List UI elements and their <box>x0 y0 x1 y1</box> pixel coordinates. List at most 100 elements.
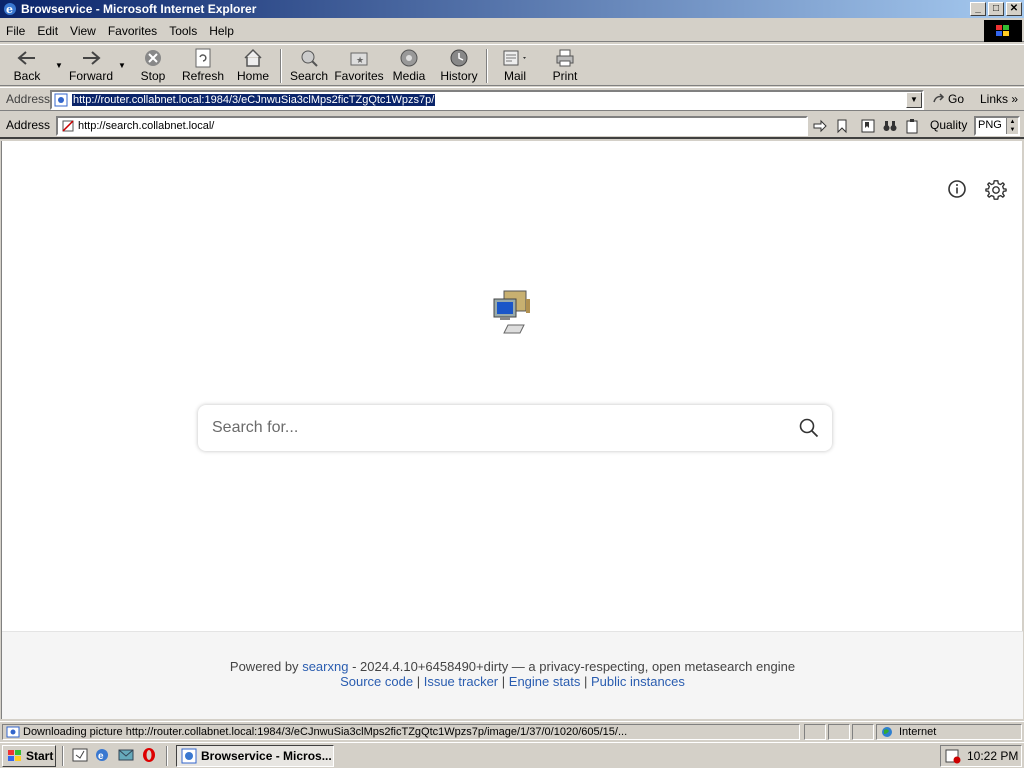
powered-by-text: Powered by <box>229 659 299 674</box>
public-instances-link[interactable]: Public instances <box>591 674 685 689</box>
start-button[interactable]: Start <box>2 745 56 767</box>
quality-spinner-icon[interactable]: ▲ ▼ <box>1006 118 1018 134</box>
search-globe-icon <box>301 50 318 67</box>
menu-bar: File Edit View Favorites Tools Help <box>0 20 1024 42</box>
history-button[interactable]: History <box>438 47 480 85</box>
menu-edit[interactable]: Edit <box>31 24 64 38</box>
standard-toolbar: Back ▼ Forward ▼ Stop Refresh Home Searc… <box>0 44 1024 86</box>
footer-links: Source code | Issue tracker | Engine sta… <box>2 674 1023 689</box>
print-button[interactable]: Print <box>548 47 582 85</box>
home-label: Home <box>236 69 269 83</box>
mail-label: Mail <box>503 69 526 83</box>
internet-explorer-icon[interactable]: e <box>94 747 110 763</box>
chevron-right-icon: » <box>1011 92 1019 106</box>
info-icon[interactable] <box>947 179 967 199</box>
page-loading-icon <box>6 726 20 738</box>
status-text: Downloading picture http://router.collab… <box>23 726 628 738</box>
minimize-button[interactable]: _ <box>970 2 986 16</box>
bookmark-icon[interactable] <box>834 118 850 134</box>
search-icon[interactable] <box>798 417 820 439</box>
media-label: Media <box>392 69 426 83</box>
system-tray: 10:22 PM <box>940 745 1022 767</box>
forward-dropdown-icon[interactable]: ▼ <box>118 61 126 70</box>
status-bar: Downloading picture http://router.collab… <box>0 721 1024 741</box>
stop-button[interactable]: Stop <box>134 47 172 85</box>
favorites-label: Favorites <box>334 69 384 83</box>
favorites-button[interactable]: ★ Favorites <box>334 47 384 85</box>
engine-stats-link[interactable]: Engine stats <box>509 674 581 689</box>
globe-icon <box>882 727 892 737</box>
forward-arrow-icon <box>83 51 101 65</box>
issue-tracker-link[interactable]: Issue tracker <box>424 674 498 689</box>
refresh-icon <box>195 48 211 68</box>
status-cell <box>852 724 874 740</box>
refresh-button[interactable]: Refresh <box>180 47 226 85</box>
gear-icon[interactable] <box>985 179 1007 201</box>
page-icon <box>54 93 68 107</box>
opera-icon[interactable] <box>141 747 157 763</box>
taskbar-window-button[interactable]: Browservice - Micros... <box>176 745 334 767</box>
back-label: Back <box>13 69 41 83</box>
menu-tools[interactable]: Tools <box>163 24 203 38</box>
quality-value: PNG <box>978 119 1002 131</box>
status-cell <box>828 724 850 740</box>
search-input[interactable] <box>212 417 772 439</box>
ie-address-bar: Address http://router.collabnet.local:19… <box>0 87 1024 111</box>
version-text: - 2024.4.10+6458490+dirty — a privacy-re… <box>352 659 796 674</box>
footer-powered-line: Powered by searxng - 2024.4.10+6458490+d… <box>2 659 1023 674</box>
address-url[interactable]: http://router.collabnet.local:1984/3/eCJ… <box>72 94 436 106</box>
taskbar-separator-2 <box>166 746 168 766</box>
outlook-express-icon[interactable] <box>118 747 134 763</box>
inner-address-field[interactable]: http://search.collabnet.local/ <box>56 116 808 136</box>
go-label: Go <box>948 92 965 106</box>
clipboard-icon[interactable] <box>904 118 920 134</box>
insecure-icon <box>62 120 74 132</box>
page-content: Powered by searxng - 2024.4.10+6458490+d… <box>1 141 1023 719</box>
menu-view[interactable]: View <box>64 24 102 38</box>
windows-logo-icon <box>984 20 1022 42</box>
print-label: Print <box>552 69 578 83</box>
refresh-label: Refresh <box>181 69 225 83</box>
inner-address-url[interactable]: http://search.collabnet.local/ <box>78 120 214 132</box>
back-dropdown-icon[interactable]: ▼ <box>55 61 63 70</box>
bookmarks-list-icon[interactable] <box>860 118 876 134</box>
status-cell <box>804 724 826 740</box>
menu-favorites[interactable]: Favorites <box>102 24 163 38</box>
scheduler-icon[interactable] <box>945 748 961 764</box>
mail-button[interactable]: Mail <box>498 47 532 85</box>
start-label: Start <box>26 749 54 763</box>
source-code-link[interactable]: Source code <box>340 674 413 689</box>
quality-select[interactable]: PNG ▲ ▼ <box>974 116 1020 136</box>
maximize-button[interactable]: □ <box>988 2 1004 16</box>
stop-label: Stop <box>140 69 166 83</box>
media-icon <box>400 49 418 67</box>
svg-text:e: e <box>98 751 104 762</box>
home-button[interactable]: Home <box>234 47 272 85</box>
windows-flag-icon <box>8 750 21 761</box>
menu-help[interactable]: Help <box>203 24 240 38</box>
show-desktop-icon[interactable] <box>72 747 88 763</box>
window-title: Browservice - Microsoft Internet Explore… <box>21 2 257 16</box>
go-arrow-icon <box>933 93 945 103</box>
search-button[interactable]: Search <box>288 47 330 85</box>
svg-text:★: ★ <box>356 55 364 65</box>
svg-text:e: e <box>6 3 13 16</box>
find-binoculars-icon[interactable] <box>882 118 898 134</box>
task-label: Browservice - Micros... <box>201 749 332 763</box>
browservice-address-bar: Address http://search.collabnet.local/ Q… <box>0 113 1024 139</box>
address-field[interactable]: http://router.collabnet.local:1984/3/eCJ… <box>50 90 924 110</box>
loading-computer-icon <box>493 290 530 334</box>
go-button[interactable]: Go <box>932 92 964 106</box>
media-button[interactable]: Media <box>390 47 428 85</box>
close-button[interactable]: ✕ <box>1006 2 1022 16</box>
links-button[interactable]: Links » <box>980 92 1018 106</box>
address-label: Address <box>6 92 51 106</box>
toolbar-separator <box>280 49 282 83</box>
taskbar-separator <box>62 746 64 766</box>
navigate-arrow-icon[interactable] <box>812 118 828 134</box>
searxng-link[interactable]: searxng <box>302 659 348 674</box>
address-dropdown-icon[interactable]: ▼ <box>906 92 922 108</box>
forward-button[interactable]: Forward <box>66 47 116 85</box>
menu-file[interactable]: File <box>0 24 31 38</box>
back-button[interactable]: Back <box>6 47 48 85</box>
